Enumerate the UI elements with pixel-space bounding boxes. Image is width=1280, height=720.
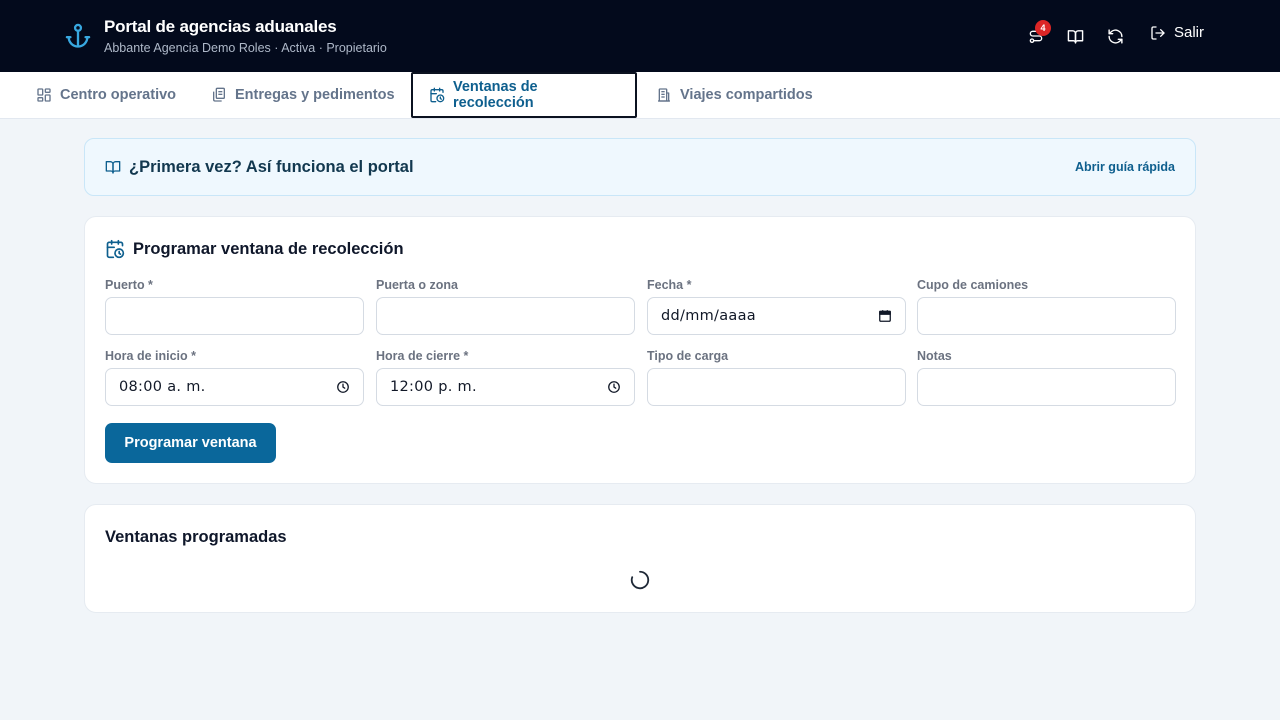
guide-banner: ¿Primera vez? Así funciona el portal Abr… [84, 138, 1196, 196]
tab-label: Entregas y pedimentos [235, 87, 395, 103]
building-icon [658, 88, 670, 102]
tab-label: Centro operativo [60, 87, 177, 103]
tab-viajes-compartidos[interactable]: Viajes compartidos [640, 72, 829, 118]
book-open-icon [105, 161, 121, 174]
schedule-window-button[interactable]: Programar ventana [105, 423, 276, 463]
hora-cierre-label: Hora de cierre * [376, 349, 469, 363]
notification-badge: 4 [1035, 20, 1051, 36]
main-tabs: Centro operativo Entregas y pedimentos V… [0, 72, 1280, 119]
documents-icon [213, 87, 225, 102]
list-title: Ventanas programadas [105, 528, 287, 546]
loading-spinner-icon [630, 570, 650, 590]
dashboard-icon [37, 88, 51, 102]
hora-inicio-value: 08:00 a. m. [119, 379, 206, 395]
tipo-carga-input[interactable] [647, 368, 906, 406]
hora-cierre-input[interactable]: 12:00 p. m. [376, 368, 635, 406]
tab-entregas-pedimentos[interactable]: Entregas y pedimentos [195, 72, 411, 118]
notas-label: Notas [917, 349, 952, 363]
refresh-icon [1107, 28, 1123, 44]
book-open-icon [1067, 29, 1083, 44]
app-subtitle: Abbante Agencia Demo Roles · Activa · Pr… [104, 41, 387, 55]
open-guide-link[interactable]: Abrir guía rápida [1075, 160, 1175, 174]
tab-label: Viajes compartidos [680, 87, 813, 103]
refresh-button[interactable] [1103, 24, 1127, 48]
hora-inicio-label: Hora de inicio * [105, 349, 196, 363]
clock-icon[interactable] [336, 380, 350, 394]
fecha-label: Fecha * [647, 278, 692, 292]
tab-centro-operativo[interactable]: Centro operativo [20, 72, 192, 118]
app-title: Portal de agencias aduanales [104, 17, 337, 36]
clock-icon[interactable] [607, 380, 621, 394]
fecha-input[interactable]: dd/mm/aaaa [647, 297, 906, 335]
hora-inicio-input[interactable]: 08:00 a. m. [105, 368, 364, 406]
calendar-icon[interactable] [878, 309, 892, 323]
guide-title: ¿Primera vez? Así funciona el portal [129, 158, 414, 176]
brand: Portal de agencias aduanales Abbante Age… [104, 17, 387, 55]
logout-label: Salir [1174, 24, 1205, 41]
puerto-input[interactable] [105, 297, 364, 335]
schedule-window-form: Programar ventana de recolección Puerto … [84, 216, 1196, 484]
cupo-label: Cupo de camiones [917, 278, 1029, 292]
fecha-value: dd/mm/aaaa [661, 308, 756, 324]
notas-input[interactable] [917, 368, 1176, 406]
anchor-icon [65, 23, 91, 48]
form-title: Programar ventana de recolección [133, 240, 404, 258]
tab-ventanas-recoleccion[interactable]: Ventanas de recolección [411, 72, 637, 118]
tipo-carga-label: Tipo de carga [647, 349, 729, 363]
scheduled-windows-card: Ventanas programadas [84, 504, 1196, 613]
puerta-label: Puerta o zona [376, 278, 458, 292]
tab-label: Ventanas de recolección [453, 79, 538, 111]
puerto-label: Puerto * [105, 278, 153, 292]
logout-icon [1151, 25, 1165, 40]
guide-button[interactable] [1063, 24, 1087, 48]
calendar-clock-icon [106, 239, 125, 259]
hora-cierre-value: 12:00 p. m. [390, 379, 477, 395]
calendar-clock-icon [430, 87, 445, 103]
top-header: Portal de agencias aduanales Abbante Age… [0, 0, 1280, 72]
puerta-input[interactable] [376, 297, 635, 335]
cupo-input[interactable] [917, 297, 1176, 335]
logout-button[interactable]: Salir [1150, 24, 1204, 41]
